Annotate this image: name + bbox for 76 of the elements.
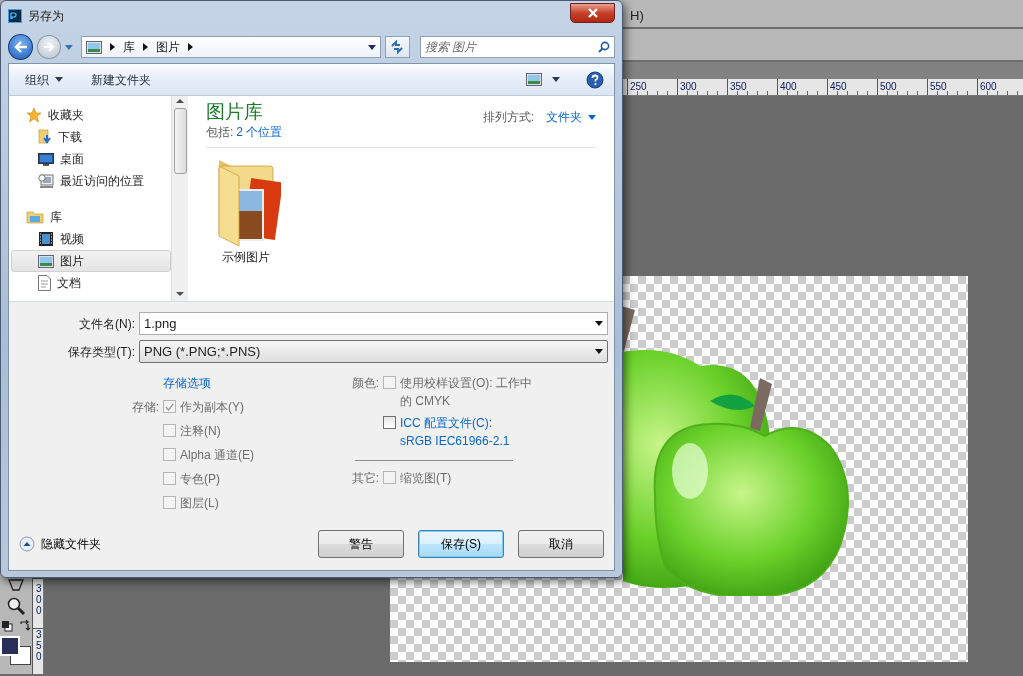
picture-icon: [85, 40, 102, 54]
sidebar-item[interactable]: 视频: [11, 228, 171, 250]
refresh-button[interactable]: [384, 36, 411, 58]
library-title: 图片库: [206, 102, 264, 123]
right-arrow-icon: [43, 42, 56, 52]
breadcrumb-arrow-icon[interactable]: [142, 43, 148, 51]
close-button[interactable]: [570, 3, 615, 23]
swap-arrows-icon[interactable]: [19, 620, 31, 632]
new-folder-button[interactable]: 新建文件夹: [85, 68, 157, 91]
dialog-button[interactable]: 取消: [518, 530, 604, 558]
breadcrumb-item[interactable]: 库: [122, 38, 135, 56]
sort-dropdown[interactable]: 文件夹: [546, 108, 596, 126]
caret-icon: [55, 77, 63, 82]
recent-places-icon: [38, 173, 54, 189]
dialog-button[interactable]: 保存(S): [418, 530, 504, 558]
organize-menu-button[interactable]: 组织: [19, 68, 69, 91]
file-name-field[interactable]: 1.png: [139, 312, 608, 335]
save-options-link[interactable]: 存储选项: [163, 374, 211, 392]
dropdown-arrow-icon[interactable]: [367, 44, 376, 50]
sidebar-item[interactable]: 下载: [11, 126, 171, 148]
caret-icon[interactable]: [552, 77, 560, 82]
default-colors-icon[interactable]: [1, 620, 13, 632]
breadcrumb-arrow-icon[interactable]: [187, 43, 193, 51]
menu-item[interactable]: H): [630, 0, 644, 27]
file-type-label: 保存类型(T):: [67, 343, 135, 361]
profile-name: sRGB IEC61966-2.1: [400, 433, 511, 450]
other-label: 其它:: [350, 470, 380, 487]
save-label: 存储:: [130, 399, 160, 416]
app-icon: [8, 9, 22, 23]
history-dropdown-icon[interactable]: [64, 44, 73, 50]
back-button[interactable]: [8, 34, 34, 60]
dropdown-arrow-icon: [595, 321, 603, 326]
search-field[interactable]: 搜索 图片: [420, 36, 615, 58]
library-icon: [26, 210, 44, 224]
address-bar[interactable]: 库 图片: [80, 36, 381, 58]
sidebar-item[interactable]: 文档: [11, 272, 171, 294]
document-icon: [38, 275, 51, 291]
search-icon[interactable]: [6, 596, 26, 616]
picture-icon: [38, 254, 54, 268]
color-label: 颜色:: [350, 375, 380, 392]
breadcrumb-item[interactable]: 图片: [155, 38, 180, 56]
color-swatches-icon[interactable]: [0, 636, 32, 666]
dropdown-arrow-icon: [595, 349, 603, 354]
refresh-icon: [389, 40, 406, 54]
left-arrow-icon: [13, 41, 28, 53]
checkbox-label[interactable]: ICC 配置文件(C):: [400, 414, 540, 432]
ruler-label: 350: [33, 628, 43, 676]
view-icon[interactable]: [526, 73, 542, 86]
file-type-field[interactable]: PNG (*.PNG;*.PNS): [139, 340, 608, 363]
window-title: 另存为: [28, 8, 64, 25]
search-icon: [598, 41, 610, 53]
folder-label[interactable]: 示例图片: [222, 247, 270, 266]
scrollbar[interactable]: [171, 96, 188, 301]
file-name-label: 文件名(N):: [78, 315, 135, 333]
sort-label: 排列方式:: [482, 109, 534, 126]
breadcrumb-arrow-icon[interactable]: [109, 43, 115, 51]
dialog-button[interactable]: 警告: [318, 530, 404, 558]
sidebar-item[interactable]: 桌面: [11, 148, 171, 170]
includes-label: 包括:: [206, 123, 234, 141]
close-icon: [586, 8, 599, 18]
download-folder-icon: [38, 129, 52, 145]
star-icon: [26, 107, 42, 123]
scrollbar-thumb[interactable]: [173, 108, 187, 174]
desktop-icon: [38, 152, 54, 166]
hide-folders-button[interactable]: 隐藏文件夹: [19, 535, 101, 553]
sidebar-item[interactable]: 图片: [11, 250, 171, 272]
caret-icon: [588, 114, 596, 120]
sidebar-item[interactable]: 收藏夹: [11, 104, 171, 126]
sidebar-item[interactable]: 最近访问的位置: [11, 170, 171, 192]
scroll-up-icon[interactable]: [176, 96, 184, 106]
locations-link[interactable]: 2 个位置: [236, 122, 283, 141]
scroll-down-icon[interactable]: [176, 290, 184, 298]
help-icon[interactable]: [586, 70, 604, 89]
sidebar-item[interactable]: 库: [11, 206, 171, 228]
checkbox[interactable]: [383, 416, 396, 429]
video-icon: [38, 231, 54, 247]
